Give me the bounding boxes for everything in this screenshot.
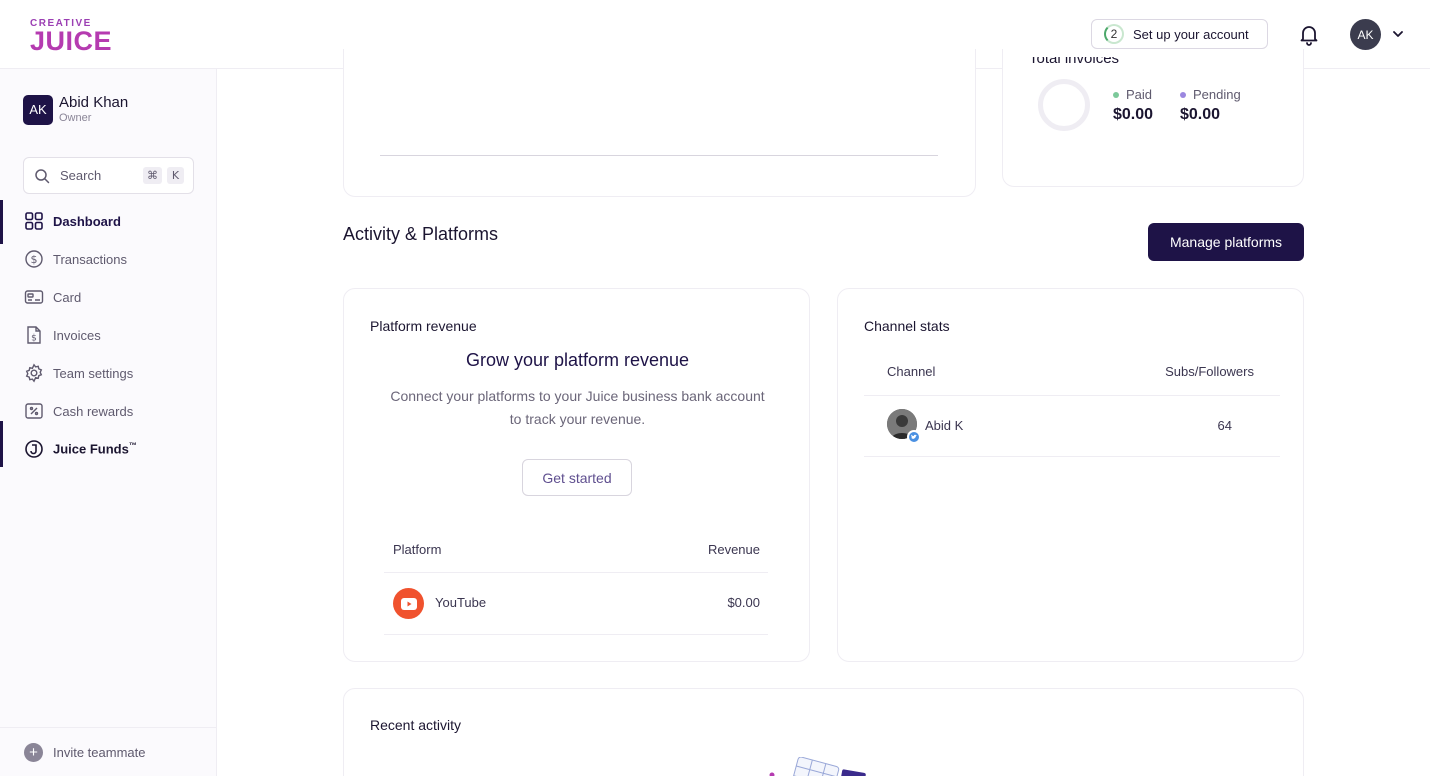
invoices-donut-chart <box>1038 79 1090 131</box>
svg-text:$: $ <box>31 253 38 266</box>
shortcut-cmd-key: ⌘ <box>143 167 162 184</box>
table-divider <box>864 395 1280 396</box>
pending-dot <box>1180 91 1186 98</box>
paid-label: Paid <box>1126 87 1153 102</box>
paid-dot <box>1113 91 1119 98</box>
sidebar-item-invoices[interactable]: $ Invoices <box>0 318 216 352</box>
sidebar-item-label: Team settings <box>53 365 134 381</box>
card-icon <box>24 287 44 307</box>
juice-funds-icon <box>24 439 44 459</box>
user-name: Abid Khan <box>59 94 129 111</box>
chart-baseline <box>380 155 938 156</box>
setup-account-label: Set up your account <box>1133 26 1249 42</box>
column-header-channel: Channel <box>887 364 936 379</box>
creative-juice-logo[interactable]: CREATIVE JUICE <box>30 19 112 55</box>
pending-label: Pending <box>1193 87 1241 102</box>
user-profile[interactable]: AK Abid Khan Owner <box>23 94 128 125</box>
main-content: Total invoices Paid $0.00 Pending $0.00 … <box>217 49 1430 776</box>
chart-card <box>343 49 976 197</box>
column-header-revenue: Revenue <box>707 542 760 557</box>
user-role: Owner <box>59 112 92 124</box>
sidebar-item-transactions[interactable]: $ Transactions <box>0 242 216 276</box>
bell-icon[interactable] <box>1297 22 1321 46</box>
total-invoices-card: Total invoices Paid $0.00 Pending $0.00 <box>1002 49 1304 187</box>
svg-text:$: $ <box>31 334 37 344</box>
column-header-followers: Subs/Followers <box>1165 364 1254 379</box>
sidebar-item-team-settings[interactable]: Team settings <box>0 356 216 390</box>
manage-platforms-button[interactable]: Manage platforms <box>1148 223 1304 261</box>
column-header-platform: Platform <box>393 542 442 557</box>
empty-state-illustration <box>769 757 866 776</box>
logo-big-text: JUICE <box>30 26 113 56</box>
gear-icon <box>24 363 44 383</box>
platform-revenue-card: Platform revenue Grow your platform reve… <box>343 288 810 662</box>
sidebar-item-label: Cash rewards <box>53 403 134 419</box>
platform-revenue-title: Platform revenue <box>370 318 477 334</box>
grow-revenue-description: Connect your platforms to your Juice bus… <box>390 388 765 427</box>
search-label: Search <box>60 168 102 183</box>
paid-legend: Paid $0.00 <box>1113 87 1153 124</box>
table-divider <box>384 572 768 573</box>
channel-stats-title: Channel stats <box>864 318 950 334</box>
channel-name: Abid K <box>925 418 964 433</box>
sidebar-item-dashboard[interactable]: Dashboard <box>0 200 216 244</box>
sidebar-item-card[interactable]: Card <box>0 280 216 314</box>
shortcut-k-key: K <box>167 167 184 184</box>
paid-value: $0.00 <box>1113 106 1154 123</box>
sidebar-item-label: Card <box>53 289 82 305</box>
grow-revenue-headline: Grow your platform revenue <box>465 350 690 370</box>
sidebar-item-label: Invoices <box>53 327 101 343</box>
pending-legend: Pending $0.00 <box>1180 87 1241 124</box>
sidebar-item-juice-funds[interactable]: Juice Funds™ <box>0 421 216 467</box>
user-avatar-square: AK <box>23 94 53 125</box>
channel-followers-value: 64 <box>1217 418 1232 433</box>
pending-value: $0.00 <box>1180 106 1221 123</box>
sidebar-item-cash-rewards[interactable]: Cash rewards <box>0 394 216 428</box>
youtube-icon <box>393 588 424 619</box>
setup-account-button[interactable]: 2 Set up your account <box>1091 19 1268 49</box>
search-input[interactable]: Search ⌘ K <box>23 157 194 194</box>
juice-funds-text: Juice Funds <box>53 441 129 457</box>
sidebar-item-label: Dashboard <box>53 213 121 229</box>
recent-activity-title: Recent activity <box>370 717 462 733</box>
sidebar-item-label: Transactions <box>53 251 127 267</box>
grid-icon <box>24 211 44 231</box>
platform-revenue-value: $0.00 <box>727 595 760 610</box>
invite-teammate-label: Invite teammate <box>53 744 146 760</box>
percent-icon <box>24 401 44 421</box>
search-icon <box>35 168 50 183</box>
trademark-symbol: ™ <box>128 441 137 451</box>
table-divider <box>384 634 768 635</box>
recent-activity-card: Recent activity <box>343 688 1304 776</box>
user-avatar[interactable]: AK <box>1350 19 1381 50</box>
activity-section-title: Activity & Platforms <box>343 224 499 244</box>
dollar-circle-icon: $ <box>24 249 44 269</box>
sidebar: AK Abid Khan Owner Search ⌘ K Dashboard … <box>0 69 217 776</box>
table-divider <box>864 456 1280 457</box>
total-invoices-title: Total invoices <box>1029 57 1120 67</box>
chevron-down-icon[interactable] <box>1390 26 1406 42</box>
get-started-button[interactable]: Get started <box>522 459 632 496</box>
plus-circle-icon: + <box>24 742 43 762</box>
sidebar-item-label: Juice Funds™ <box>53 441 137 456</box>
setup-step-indicator: 2 <box>1104 24 1124 44</box>
channel-stats-card: Channel stats Channel Subs/Followers Abi… <box>837 288 1304 662</box>
invoice-icon: $ <box>24 325 44 345</box>
twitter-icon <box>907 430 921 444</box>
invite-teammate-button[interactable]: + Invite teammate <box>0 727 216 776</box>
platform-name: YouTube <box>435 595 487 610</box>
